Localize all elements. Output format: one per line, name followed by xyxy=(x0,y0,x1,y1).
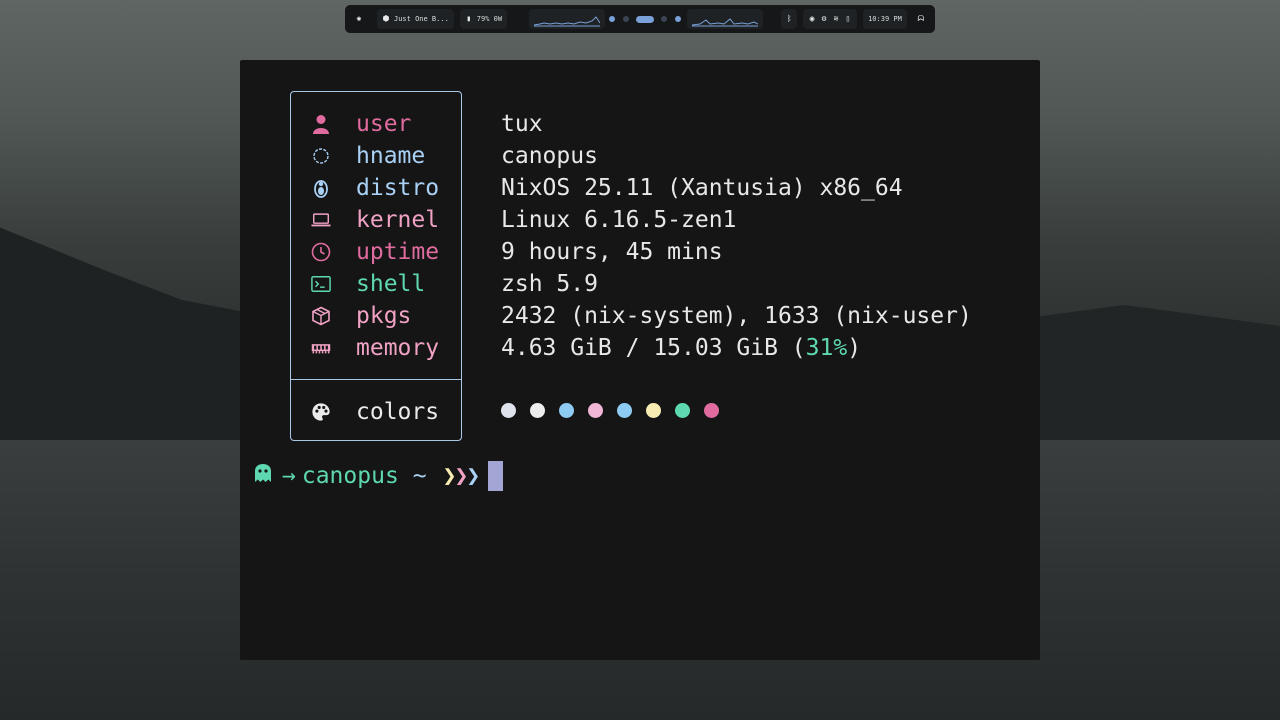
palette-icon xyxy=(311,402,331,422)
phone-icon[interactable]: ▯ xyxy=(844,15,852,23)
swatch-1 xyxy=(501,403,516,418)
row-user-label: user xyxy=(356,111,412,137)
row-pkgs-label: pkgs xyxy=(356,303,412,329)
value-distro: NixOS 25.11 (Xantusia) x86_64 xyxy=(501,175,903,201)
wallpaper-hill-right xyxy=(1020,305,1280,445)
app-icon: ⬢ xyxy=(382,14,390,23)
bluetooth-icon: ᛒ xyxy=(786,14,792,23)
swatch-6 xyxy=(646,403,661,418)
memory-usage: 4.63 GiB / 15.03 GiB ( xyxy=(501,335,806,361)
battery-text: 79% 0W xyxy=(476,15,503,23)
row-shell-label: shell xyxy=(356,271,426,297)
prompt-chevrons: ❯❯❯ xyxy=(442,463,481,489)
row-distro: distro xyxy=(291,172,439,204)
value-kernel: Linux 6.16.5-zen1 xyxy=(501,207,737,233)
row-shell: shell xyxy=(291,268,425,300)
network-graph[interactable] xyxy=(687,9,764,29)
row-hname-label: hname xyxy=(356,143,426,169)
row-colors: colors xyxy=(291,396,439,428)
row-pkgs: pkgs xyxy=(291,300,411,332)
memory-icon xyxy=(311,338,331,358)
value-user: tux xyxy=(501,111,543,137)
ghost-icon: ᗣ xyxy=(917,14,925,23)
discord-icon[interactable]: ◉ xyxy=(808,15,816,23)
value-hname: canopus xyxy=(501,143,598,169)
ghost-prompt-icon xyxy=(254,463,272,489)
value-uptime: 9 hours, 45 mins xyxy=(501,239,723,265)
tray: ◉ ⚙ ≋ ▯ xyxy=(803,9,858,29)
active-window[interactable]: ⬢ Just One B... xyxy=(377,9,454,29)
row-uptime-label: uptime xyxy=(356,239,440,265)
row-colors-label: colors xyxy=(356,399,440,425)
row-hname: hname xyxy=(291,140,425,172)
color-swatches xyxy=(501,403,733,418)
clock-text: 10:39 PM xyxy=(868,15,902,23)
row-kernel-label: kernel xyxy=(356,207,440,233)
linux-penguin-icon xyxy=(311,178,331,198)
launcher-button[interactable]: ✺ xyxy=(351,9,371,29)
cpu-graph-icon xyxy=(534,16,601,27)
wifi-icon[interactable]: ≋ xyxy=(832,15,840,23)
swatch-7 xyxy=(675,403,690,418)
prompt-dir: ~ xyxy=(412,463,427,489)
workspace-3-active[interactable] xyxy=(636,15,655,23)
notifications-button[interactable]: ᗣ xyxy=(913,9,929,29)
memory-close-paren: ) xyxy=(847,335,862,361)
swatch-2 xyxy=(530,403,545,418)
settings-icon[interactable]: ⚙ xyxy=(820,15,828,23)
active-window-title: Just One B... xyxy=(394,15,449,23)
swatch-4 xyxy=(588,403,603,418)
swatch-3 xyxy=(559,403,574,418)
prompt-host: canopus xyxy=(301,463,399,489)
hostname-icon xyxy=(311,146,331,166)
clock-icon xyxy=(311,242,331,262)
row-memory: memory xyxy=(291,332,439,364)
user-icon xyxy=(311,114,331,134)
bluetooth-button[interactable]: ᛒ xyxy=(781,9,798,29)
text-cursor xyxy=(488,461,504,491)
memory-percent: 31% xyxy=(805,335,848,361)
laptop-icon xyxy=(311,210,331,230)
row-distro-label: distro xyxy=(356,175,440,201)
box-divider xyxy=(291,379,461,380)
workspace-1[interactable] xyxy=(609,16,616,22)
row-uptime: uptime xyxy=(291,236,439,268)
workspace-4[interactable] xyxy=(661,16,668,22)
workspace-2[interactable] xyxy=(623,16,630,22)
status-bar: ✺ ⬢ Just One B... ▮ 79% 0W ᛒ ◉ ⚙ ≋ ▯ 10:… xyxy=(345,5,935,33)
network-graph-icon xyxy=(692,18,759,27)
value-shell: zsh 5.9 xyxy=(501,271,598,297)
terminal-window[interactable]: user hname distro kernel uptime shell pk… xyxy=(240,60,1040,660)
value-memory: 4.63 GiB / 15.03 GiB (31%) xyxy=(501,332,861,364)
row-kernel: kernel xyxy=(291,204,439,236)
swatch-8 xyxy=(704,403,719,418)
workspace-5[interactable] xyxy=(675,16,682,22)
row-memory-label: memory xyxy=(356,335,440,361)
package-icon xyxy=(311,306,331,326)
prompt-arrow: → xyxy=(282,463,296,489)
terminal-icon xyxy=(311,274,331,294)
battery-indicator[interactable]: ▮ 79% 0W xyxy=(459,9,508,29)
battery-icon: ▮ xyxy=(466,14,472,23)
row-user: user xyxy=(291,108,411,140)
value-pkgs: 2432 (nix-system), 1633 (nix-user) xyxy=(501,303,972,329)
swatch-5 xyxy=(617,403,632,418)
shell-prompt[interactable]: → canopus ~ ❯❯❯ xyxy=(254,460,504,492)
gear-icon: ✺ xyxy=(356,14,362,23)
wallpaper-hill-left xyxy=(0,227,260,465)
cpu-graph[interactable] xyxy=(529,9,606,29)
clock[interactable]: 10:39 PM xyxy=(863,9,907,29)
fetch-label-box: user hname distro kernel uptime shell pk… xyxy=(290,91,462,441)
